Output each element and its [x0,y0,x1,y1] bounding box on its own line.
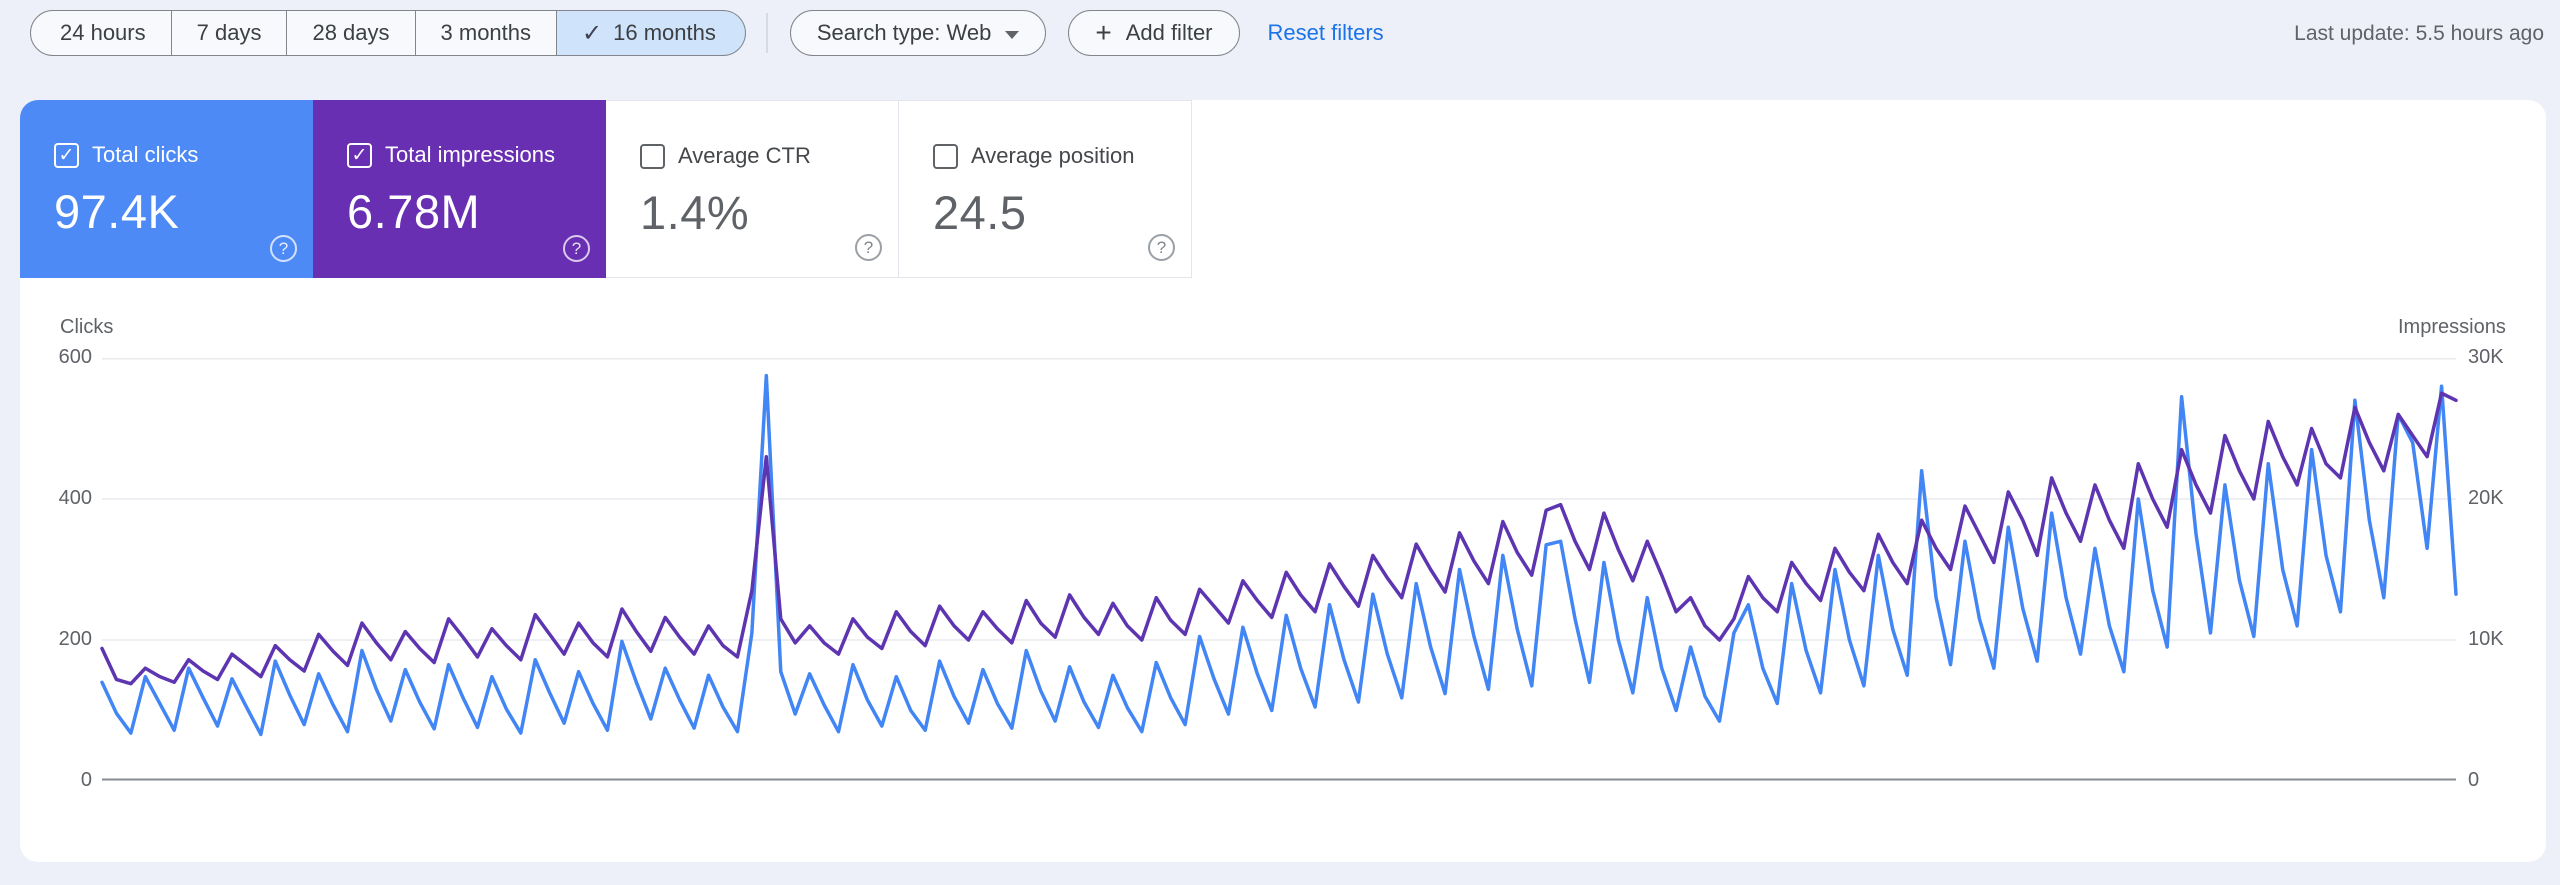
metric-cards: ✓ Total clicks 97.4K ? ✓ Total impressio… [20,100,1192,278]
plus-icon: + [1095,17,1112,48]
date-range-label: 28 days [312,20,390,45]
date-range-label: 7 days [196,20,262,45]
toolbar-divider [765,13,768,53]
date-range-selector: ✓ 24 hours ✓ 7 days ✓ 28 days ✓ 3 months… [30,10,746,56]
average-position-card[interactable]: ✓ Average position 24.5 ? [899,100,1192,278]
check-icon: ✓ [582,19,603,47]
total-clicks-card[interactable]: ✓ Total clicks 97.4K ? [20,100,313,278]
checkbox-icon[interactable]: ✓ [347,142,372,168]
total-impressions-card[interactable]: ✓ Total impressions 6.78M ? [313,100,606,278]
filter-bar: ✓ 24 hours ✓ 7 days ✓ 28 days ✓ 3 months… [30,9,1384,57]
help-icon[interactable]: ? [563,235,590,262]
date-range-16-months[interactable]: ✓ 16 months [557,10,746,56]
search-type-dropdown[interactable]: Search type: Web [789,10,1047,56]
reset-filters-link[interactable]: Reset filters [1268,20,1384,46]
help-icon[interactable]: ? [270,235,297,262]
add-filter-label: Add filter [1125,20,1213,45]
left-axis-tick: 400 [58,487,92,509]
help-icon[interactable]: ? [1148,234,1175,261]
right-axis-tick: 30K [2468,346,2504,368]
metric-label: Total clicks [92,142,199,167]
metric-value: 6.78M [347,185,481,238]
metric-value: 97.4K [54,185,180,238]
left-axis-title: Clicks [60,316,114,338]
performance-line-chart[interactable] [100,358,2458,781]
date-range-label: 3 months [440,20,532,45]
date-range-label: 24 hours [60,20,146,45]
date-range-24-hours[interactable]: ✓ 24 hours [30,10,172,56]
metric-value: 1.4% [640,186,750,239]
metric-label: Average position [971,143,1135,168]
right-axis-tick: 0 [2468,769,2480,791]
metric-label: Total impressions [385,142,555,167]
average-ctr-card[interactable]: ✓ Average CTR 1.4% ? [606,100,899,278]
add-filter-button[interactable]: + Add filter [1068,10,1240,56]
date-range-7-days[interactable]: ✓ 7 days [171,10,288,56]
help-icon[interactable]: ? [855,234,882,261]
checkbox-icon[interactable]: ✓ [640,143,665,169]
series-line-clicks [100,373,2458,737]
search-console-performance-page: ✓ 24 hours ✓ 7 days ✓ 28 days ✓ 3 months… [0,0,2560,885]
left-axis-tick: 200 [58,628,92,650]
date-range-3-months[interactable]: ✓ 3 months [415,10,558,56]
date-range-28-days[interactable]: ✓ 28 days [287,10,416,56]
right-axis-tick: 20K [2468,487,2504,509]
chevron-down-icon [1005,30,1020,39]
checkbox-icon[interactable]: ✓ [933,143,958,169]
checkbox-icon[interactable]: ✓ [54,142,79,168]
last-update-text: Last update: 5.5 hours ago [2294,22,2544,45]
chart-series [100,373,2458,737]
search-type-label: Search type: Web [816,20,992,45]
date-range-label: 16 months [613,20,716,45]
metric-value: 24.5 [933,186,1027,239]
right-axis-tick: 10K [2468,628,2504,650]
right-axis-title: Impressions [2398,316,2506,338]
left-axis-tick: 600 [58,346,92,368]
left-axis-tick: 0 [80,769,92,791]
metric-label: Average CTR [678,143,811,168]
